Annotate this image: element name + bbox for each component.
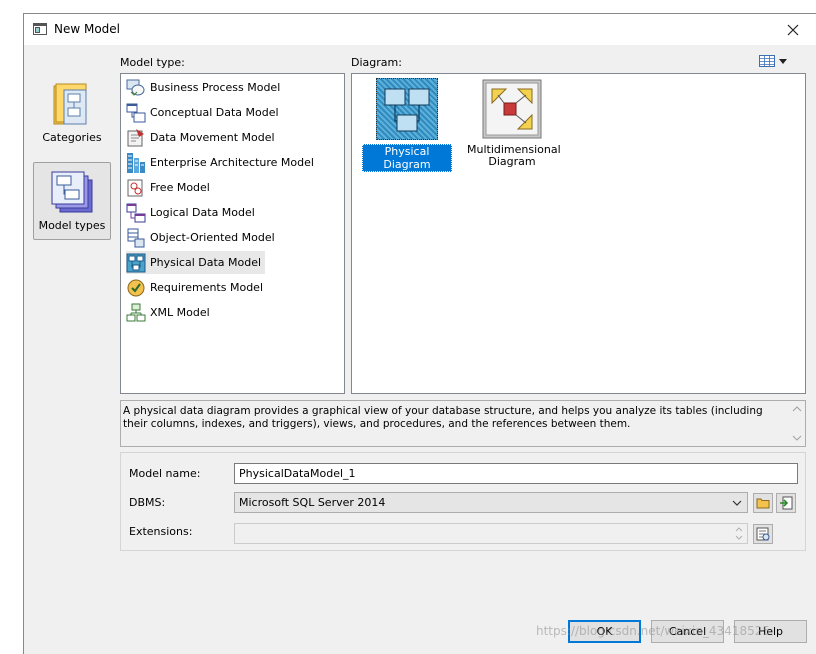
requirements-icon [127, 279, 145, 296]
logical-data-icon [126, 203, 146, 222]
physical-data-icon [126, 253, 146, 272]
list-item-logical-data[interactable]: Logical Data Model [126, 201, 259, 224]
spin-down-icon [735, 535, 743, 540]
model-types-button[interactable]: Model types [33, 162, 111, 240]
extensions-label: Extensions: [129, 525, 193, 538]
list-item-requirements[interactable]: Requirements Model [126, 276, 267, 299]
model-types-icon [51, 171, 93, 213]
diagram-label-physical: Physical Diagram [362, 144, 452, 172]
list-item-physical-data[interactable]: Physical Data Model [126, 251, 266, 274]
dbms-select[interactable]: Microsoft SQL Server 2014 [234, 492, 748, 513]
new-model-dialog: New Model Model type: Diagram: Categorie… [23, 13, 816, 654]
diagram-label-multidimensional-2: Diagram [488, 155, 536, 168]
list-item-label: Data Movement Model [150, 131, 275, 144]
model-name-label: Model name: [129, 467, 201, 480]
select-extensions-button[interactable] [753, 524, 773, 544]
description-scrollbar[interactable] [789, 401, 805, 446]
diagram-list[interactable]: Physical Diagram Multidimensional Diagra… [351, 73, 806, 394]
categories-label: Categories [42, 131, 102, 144]
window-icon [33, 23, 47, 35]
list-item-label: Conceptual Data Model [150, 106, 279, 119]
enterprise-architecture-icon [127, 152, 145, 173]
dbms-dropdown-arrow[interactable] [729, 495, 745, 510]
list-item-label: Enterprise Architecture Model [150, 156, 314, 169]
chevron-down-icon [779, 58, 787, 64]
physical-diagram-icon [384, 88, 430, 132]
model-types-label: Model types [38, 219, 106, 232]
view-mode-button[interactable] [759, 53, 789, 69]
properties-icon [756, 527, 770, 541]
spin-up-icon [735, 527, 743, 532]
scroll-up-icon [792, 406, 802, 412]
browse-dbms-button[interactable] [753, 493, 773, 513]
list-item-label: XML Model [150, 306, 210, 319]
data-movement-icon [127, 128, 144, 146]
list-item-label: Logical Data Model [150, 206, 255, 219]
title-bar: New Model [24, 14, 816, 45]
list-item-conceptual-data[interactable]: Conceptual Data Model [126, 101, 283, 124]
multidimensional-diagram-icon [482, 79, 542, 139]
close-button[interactable] [770, 14, 816, 45]
import-dbms-button[interactable] [776, 493, 796, 513]
folder-icon [756, 498, 770, 509]
watermark-text: https://blog.csdn.net/weixin_43418525 [536, 624, 771, 638]
dbms-value: Microsoft SQL Server 2014 [239, 496, 386, 509]
model-type-label: Model type: [120, 56, 185, 69]
background-strip [0, 0, 23, 654]
diagram-item-multidimensional[interactable]: Multidimensional Diagram [467, 78, 561, 168]
diagram-item-physical[interactable]: Physical Diagram [362, 78, 452, 172]
list-item-xml-model[interactable]: XML Model [126, 301, 214, 324]
conceptual-data-icon [126, 103, 146, 122]
list-item-label: Requirements Model [150, 281, 263, 294]
list-item-label: Object-Oriented Model [150, 231, 275, 244]
free-model-icon [127, 179, 143, 196]
list-item-free-model[interactable]: Free Model [126, 176, 214, 199]
list-item-label: Business Process Model [150, 81, 281, 94]
xml-model-icon [126, 303, 146, 321]
window-title: New Model [54, 22, 121, 36]
import-icon [780, 496, 793, 510]
scroll-down-icon [792, 435, 802, 441]
diagram-label: Diagram: [351, 56, 402, 69]
chevron-down-icon [732, 500, 742, 506]
categories-button[interactable]: Categories [33, 76, 111, 154]
dbms-label: DBMS: [129, 496, 166, 509]
list-item-enterprise-architecture[interactable]: Enterprise Architecture Model [126, 151, 318, 174]
list-item-label: Free Model [150, 181, 210, 194]
close-icon [787, 24, 799, 35]
business-process-icon [126, 79, 145, 96]
categories-icon [53, 83, 87, 125]
extensions-spinner[interactable] [733, 525, 745, 542]
model-type-list[interactable]: Business Process Model Conceptual Data M… [120, 73, 345, 394]
list-item-object-oriented[interactable]: Object-Oriented Model [126, 226, 279, 249]
description-text: A physical data diagram provides a graph… [123, 405, 763, 430]
description-box: A physical data diagram provides a graph… [120, 400, 806, 447]
list-item-data-movement[interactable]: Data Movement Model [126, 126, 279, 149]
list-item-business-process[interactable]: Business Process Model [126, 76, 284, 99]
extensions-field[interactable] [234, 523, 748, 544]
list-view-icon [759, 55, 775, 67]
model-name-input[interactable]: PhysicalDataModel_1 [234, 463, 798, 484]
list-item-label: Physical Data Model [150, 256, 262, 269]
object-oriented-icon [127, 228, 145, 247]
